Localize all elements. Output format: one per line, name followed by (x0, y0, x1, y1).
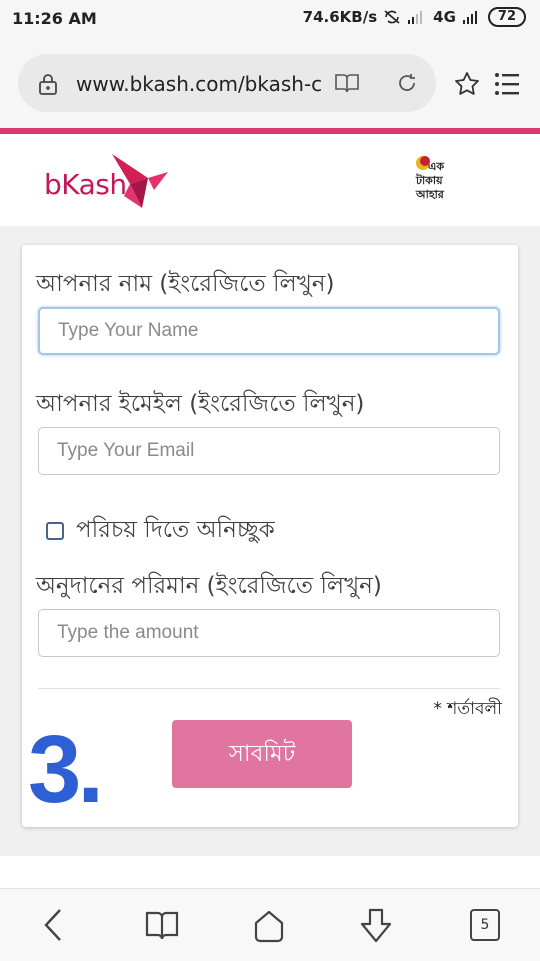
name-input[interactable] (38, 307, 500, 355)
partner-logo-line-3: আহার (416, 188, 444, 201)
form-divider (38, 688, 500, 689)
bookmarks-icon[interactable] (144, 907, 180, 943)
anonymous-checkbox[interactable] (46, 521, 64, 540)
tab-switcher-button[interactable]: 5 (470, 909, 500, 941)
partner-logo-line-2: টাকায় (416, 174, 443, 187)
status-indicators: 74.6KB/s 4G 72 (303, 7, 526, 27)
download-icon[interactable] (358, 907, 394, 945)
lock-icon (39, 74, 57, 95)
amount-input[interactable] (38, 609, 500, 657)
status-time: 11:26 AM (12, 9, 97, 28)
step-annotation: 3. (28, 716, 104, 823)
address-bar[interactable]: www.bkash.com/bkash-c (18, 54, 436, 112)
menu-icon[interactable] (494, 72, 520, 96)
name-label: আপনার নাম (ইংরেজিতে লিখুন) (36, 271, 335, 297)
email-input[interactable] (38, 427, 500, 475)
bookmark-star-icon[interactable] (454, 71, 480, 97)
signal-full-icon (462, 11, 477, 24)
partner-logo-line-1: এক (428, 160, 445, 173)
url-text[interactable]: www.bkash.com/bkash-c (76, 72, 326, 96)
partner-logo: এক টাকায় আহার (414, 154, 450, 210)
back-icon[interactable] (40, 907, 68, 943)
submit-button[interactable]: সাবমিট (172, 720, 352, 788)
battery-indicator: 72 (487, 7, 526, 27)
home-icon[interactable] (250, 907, 288, 945)
terms-link[interactable]: * শর্তাবলী (433, 696, 502, 724)
signal-icon (408, 11, 423, 24)
site-header: bKash এক টাকায় আহার (0, 134, 540, 226)
network-speed: 74.6KB/s (302, 8, 378, 26)
amount-label: অনুদানের পরিমান (ইংরেজিতে লিখুন) (36, 573, 382, 599)
reader-mode-icon[interactable] (334, 72, 360, 94)
anonymous-option[interactable]: পরিচয় দিতে অনিচ্ছুক (46, 511, 275, 550)
bkash-bird-icon (112, 154, 168, 208)
anonymous-label[interactable]: পরিচয় দিতে অনিচ্ছুক (76, 511, 275, 550)
browser-toolbar: www.bkash.com/bkash-c (0, 38, 540, 128)
email-label: আপনার ইমেইল (ইংরেজিতে লিখুন) (36, 391, 365, 417)
sync-off-icon (384, 10, 400, 24)
network-type: 4G (433, 8, 456, 26)
status-bar: 11:26 AM 74.6KB/s 4G 72 (0, 0, 540, 38)
reload-icon[interactable] (396, 72, 418, 94)
browser-bottom-nav: 5 (0, 888, 540, 961)
